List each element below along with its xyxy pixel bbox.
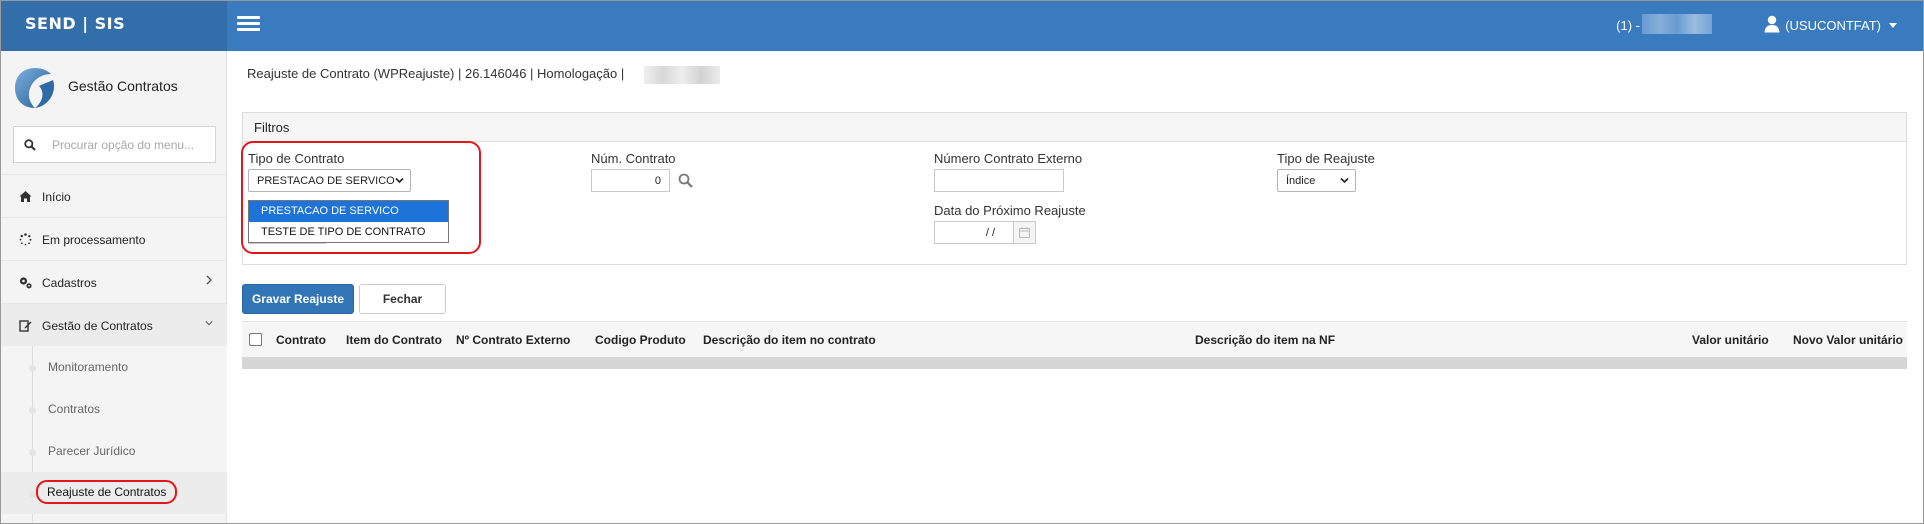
page-title: Reajuste de Contrato (WPReajuste) | 26.1… xyxy=(247,66,625,81)
chevron-down-icon[interactable] xyxy=(1889,23,1897,28)
calendar-button[interactable] xyxy=(1013,221,1036,244)
user-menu[interactable]: (USUCONTFAT) xyxy=(1785,18,1881,33)
tree-dot xyxy=(29,491,36,498)
search-icon[interactable] xyxy=(678,173,693,188)
contrato-externo-label: Número Contrato Externo xyxy=(934,151,1083,166)
filters-heading: Filtros xyxy=(243,113,1906,142)
data-proximo-label: Data do Próximo Reajuste xyxy=(934,203,1086,218)
gears-icon xyxy=(19,277,32,289)
sidebar-title: Gestão Contratos xyxy=(68,78,178,94)
column-header[interactable]: Codigo Produto xyxy=(595,333,686,347)
column-header[interactable]: Contrato xyxy=(276,333,326,347)
data-proximo-input[interactable] xyxy=(934,221,1014,244)
submenu-item-label: Parecer Jurídico xyxy=(48,444,136,458)
chevron-down-icon xyxy=(1340,177,1349,184)
column-header[interactable]: Item do Contrato xyxy=(346,333,442,347)
tree-dot xyxy=(29,365,36,372)
dropdown-option-teste[interactable]: TESTE DE TIPO DE CONTRATO xyxy=(249,222,448,243)
sidebar: Gestão Contratos Início xyxy=(1,51,227,523)
sidebar-menu: Início Em processamento Cadastros Gestão… xyxy=(1,174,227,522)
dropdown-option-prestacao[interactable]: PRESTACAO DE SERVICO xyxy=(249,201,448,222)
column-header[interactable]: Descrição do item na NF xyxy=(1195,333,1335,347)
home-icon xyxy=(19,191,32,202)
sidebar-item-label: Em processamento xyxy=(42,233,146,247)
chevron-down-icon xyxy=(395,177,404,184)
tipo-reajuste-label: Tipo de Reajuste xyxy=(1277,151,1375,166)
sidebar-item-gestao-de-contratos[interactable]: Gestão de Contratos xyxy=(1,303,227,346)
submenu-item-contratos[interactable]: Contratos xyxy=(1,388,227,430)
user-icon[interactable] xyxy=(1764,15,1780,33)
column-header[interactable]: Novo Valor unitário xyxy=(1793,333,1903,347)
search-icon xyxy=(24,139,36,151)
grid-empty-row xyxy=(242,357,1907,369)
sidebar-header: Gestão Contratos xyxy=(1,51,227,117)
tipo-contrato-select[interactable]: PRESTACAO DE SERVICO xyxy=(248,169,411,192)
menu-search-box xyxy=(13,126,216,163)
submenu-item-monitoramento[interactable]: Monitoramento xyxy=(1,346,227,388)
tipo-contrato-value: PRESTACAO DE SERVICO xyxy=(257,175,395,187)
submenu-item-label: Reajuste de Contratos xyxy=(36,480,178,504)
tree-dot xyxy=(29,449,36,456)
brand-logo-text[interactable]: SEND | SIS xyxy=(1,1,227,51)
sidebar-item-label: Cadastros xyxy=(42,276,97,290)
tipo-contrato-label: Tipo de Contrato xyxy=(248,151,345,166)
sidebar-item-inicio[interactable]: Início xyxy=(1,174,227,217)
filters-panel: Filtros Tipo de Contrato PRESTACAO DE SE… xyxy=(242,112,1907,265)
submenu-item-label: Monitoramento xyxy=(48,360,129,374)
select-all-checkbox[interactable] xyxy=(249,333,262,346)
num-contrato-input[interactable] xyxy=(591,169,670,192)
fechar-button[interactable]: Fechar xyxy=(359,284,446,314)
redacted-environment xyxy=(1642,14,1712,34)
sidebar-item-cadastros[interactable]: Cadastros xyxy=(1,260,227,303)
sidebar-item-label: Gestão de Contratos xyxy=(42,319,153,333)
num-contrato-label: Núm. Contrato xyxy=(591,151,676,166)
sidebar-item-label: Início xyxy=(42,190,71,204)
tipo-contrato-dropdown-list: PRESTACAO DE SERVICO TESTE DE TIPO DE CO… xyxy=(248,200,449,243)
menu-toggle-icon[interactable] xyxy=(237,16,260,32)
chevron-right-icon xyxy=(206,275,212,285)
redacted-title-part xyxy=(644,66,720,84)
contrato-externo-input[interactable] xyxy=(934,169,1064,192)
chevron-down-icon xyxy=(205,321,213,326)
column-header[interactable]: Valor unitário xyxy=(1692,333,1769,347)
submenu-item-parecer-juridico[interactable]: Parecer Jurídico xyxy=(1,430,227,472)
calendar-icon xyxy=(1019,227,1030,238)
environment-label: (1) - xyxy=(1616,18,1640,33)
top-bar: SEND | SIS (1) - (USUCONTFAT) xyxy=(1,1,1923,51)
menu-search-input[interactable] xyxy=(52,127,212,162)
submenu-item-label: Contratos xyxy=(48,402,101,416)
edit-doc-icon xyxy=(19,320,32,332)
tipo-reajuste-select[interactable]: Índice xyxy=(1277,169,1356,192)
column-header[interactable]: Descrição do item no contrato xyxy=(703,333,876,347)
grid-header: Contrato Item do Contrato Nº Contrato Ex… xyxy=(242,321,1907,357)
sidebar-item-em-processamento[interactable]: Em processamento xyxy=(1,217,227,260)
tree-dot xyxy=(29,407,36,414)
submenu-gestao-de-contratos: Monitoramento Contratos Parecer Jurídico… xyxy=(1,346,227,522)
app-window: SEND | SIS (1) - (USUCONTFAT) Gestão Con… xyxy=(0,0,1924,524)
main-content: Reajuste de Contrato (WPReajuste) | 26.1… xyxy=(228,51,1923,523)
gravar-reajuste-button[interactable]: Gravar Reajuste xyxy=(242,284,354,314)
submenu-item-reajuste-de-contratos[interactable]: Reajuste de Contratos xyxy=(1,472,227,514)
column-header[interactable]: Nº Contrato Externo xyxy=(456,333,570,347)
company-logo-icon xyxy=(15,68,55,108)
spinner-icon xyxy=(19,233,32,246)
tipo-reajuste-value: Índice xyxy=(1286,175,1316,187)
